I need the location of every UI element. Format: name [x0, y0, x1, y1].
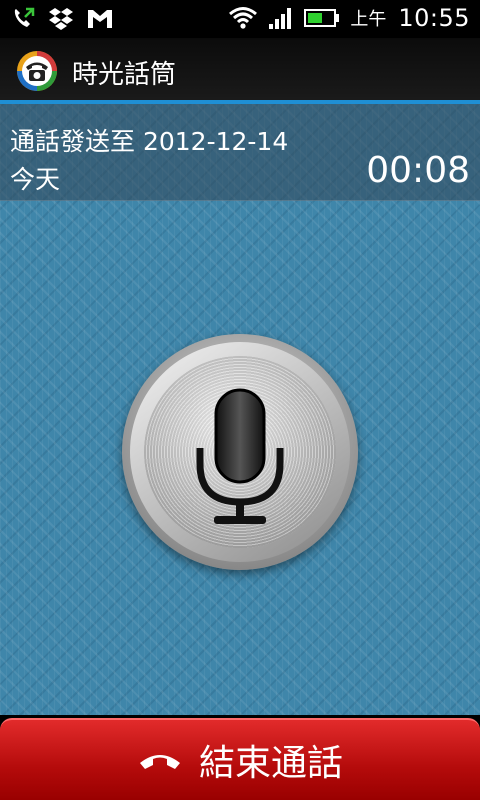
gmail-icon — [88, 10, 112, 28]
end-call-button[interactable]: 結束通話 — [0, 718, 480, 800]
record-button-ring — [130, 342, 350, 562]
vintage-phone-icon[interactable] — [16, 50, 58, 92]
record-button-face — [144, 356, 336, 548]
record-button[interactable] — [122, 334, 358, 570]
system-status: 上午 10:55 — [228, 4, 470, 32]
status-bar: 上午 10:55 — [0, 0, 480, 38]
call-info-panel: 通話發送至 2012-12-14 今天 00:08 — [0, 104, 480, 201]
missed-call-icon — [14, 7, 35, 27]
app-title: 時光話筒 — [72, 60, 177, 90]
call-timer: 00:08 — [366, 150, 470, 191]
date-label: 今天 — [10, 165, 61, 194]
clock-time: 10:55 — [398, 4, 470, 32]
microphone-icon — [196, 388, 284, 524]
clock-ampm: 上午 — [350, 9, 387, 30]
notification-icons — [10, 6, 114, 32]
sent-to-label: 通話發送至 2012-12-14 — [10, 127, 289, 156]
dropbox-icon — [49, 8, 73, 30]
wifi-icon — [229, 7, 258, 29]
app-title-bar: 時光話筒 — [0, 38, 480, 104]
hang-up-icon — [139, 755, 180, 769]
battery-icon — [304, 9, 340, 27]
call-screen: 通話發送至 2012-12-14 今天 00:08 — [0, 104, 480, 715]
end-call-label: 結束通話 — [198, 743, 343, 784]
signal-icon — [269, 8, 292, 29]
